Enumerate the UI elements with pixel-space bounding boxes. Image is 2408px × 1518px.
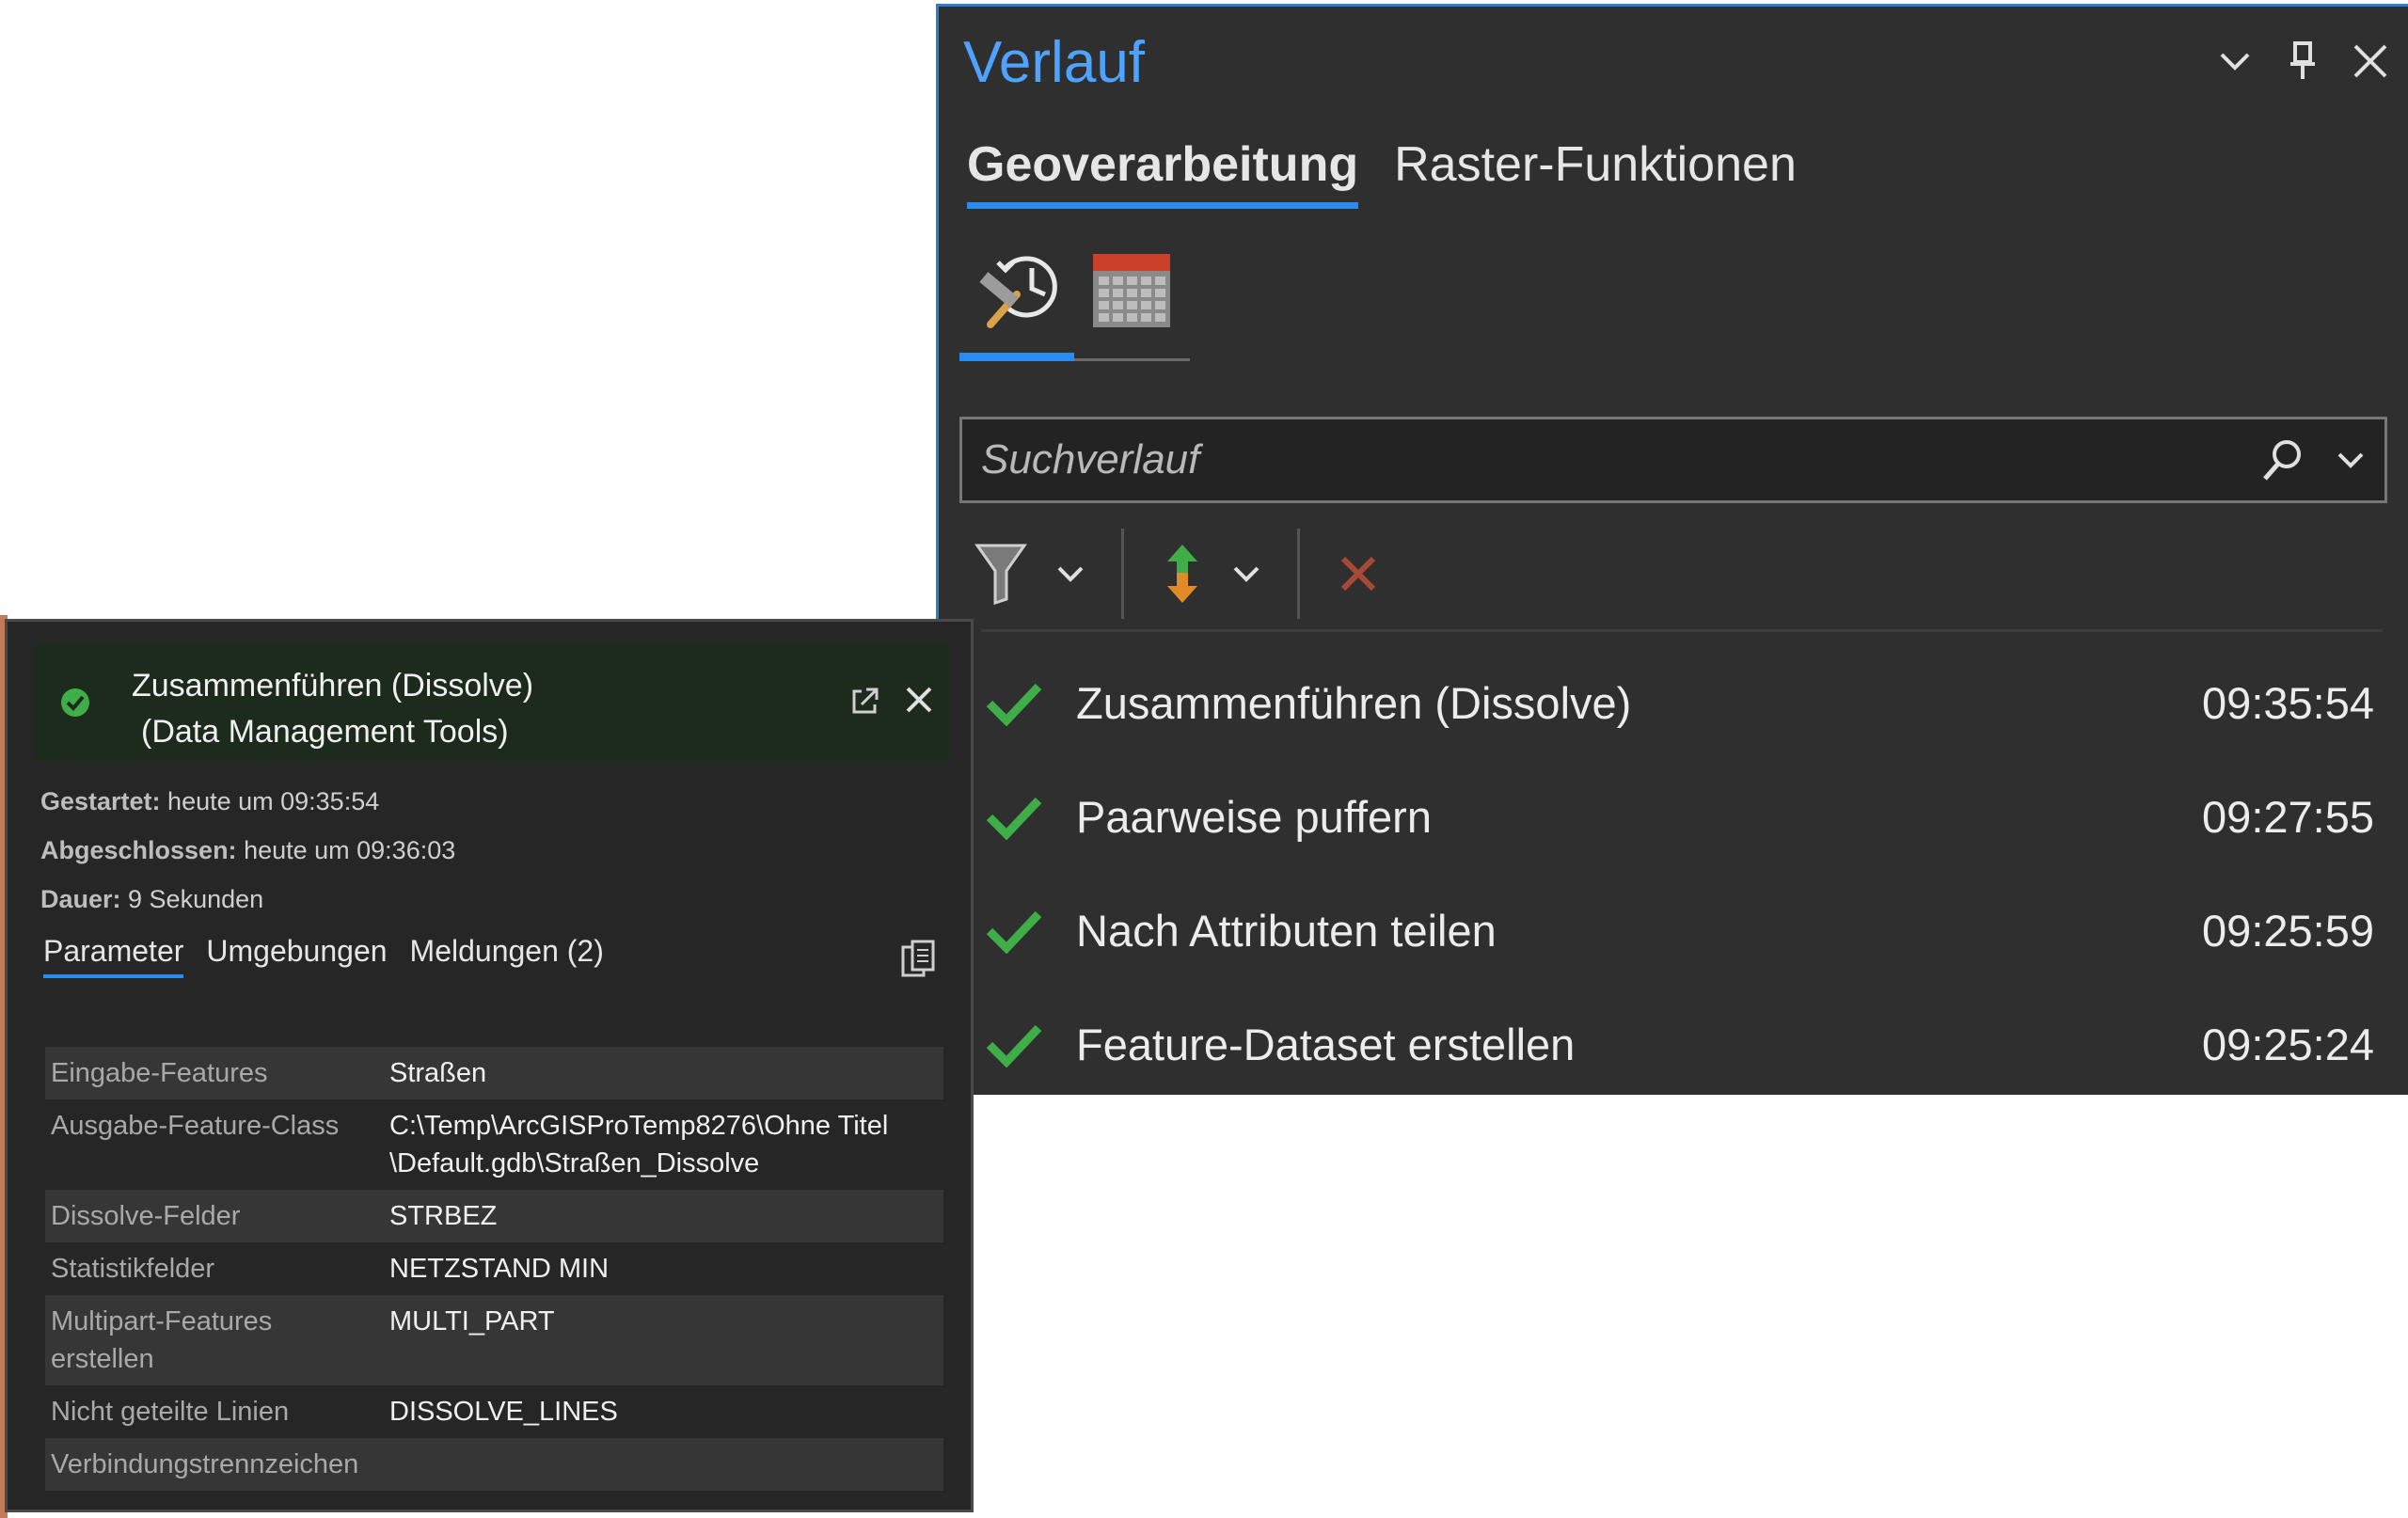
search-input[interactable] — [962, 436, 2249, 483]
tab-meldungen[interactable]: Meldungen (2) — [410, 934, 604, 978]
details-title: Zusammenführen (Dissolve) (Data Manageme… — [132, 663, 533, 755]
tab-umgebungen[interactable]: Umgebungen — [206, 934, 387, 978]
duration-row: Dauer: 9 Sekunden — [40, 875, 455, 924]
parameter-table: Eingabe-Features Straßen Ausgabe-Feature… — [45, 1047, 943, 1491]
param-name: Nicht geteilte Linien — [51, 1397, 290, 1427]
success-check-icon — [973, 795, 1055, 840]
duration-label: Dauer: — [40, 885, 121, 913]
success-check-icon — [973, 909, 1055, 954]
table-row: Statistikfelder NETZSTAND MIN — [45, 1242, 943, 1295]
view-underline-active — [959, 353, 1074, 361]
search-box — [959, 417, 2387, 503]
success-check-icon — [973, 1022, 1055, 1067]
history-list: Zusammenführen (Dissolve) 09:35:54 Paarw… — [959, 646, 2399, 1101]
table-row: Multipart-Features erstellen MULTI_PART — [45, 1295, 943, 1385]
table-row: Verbindungstrennzeichen — [45, 1438, 943, 1491]
history-item-name: Feature-Dataset erstellen — [1076, 1020, 1576, 1069]
details-header: Zusammenführen (Dissolve) (Data Manageme… — [34, 644, 950, 761]
history-item[interactable]: Zusammenführen (Dissolve) 09:35:54 — [959, 646, 2399, 760]
param-value: Straßen — [389, 1058, 487, 1088]
sort-chevron-down-icon[interactable] — [1218, 531, 1275, 616]
history-item[interactable]: Nach Attributen teilen 09:25:59 — [959, 874, 2399, 988]
history-item-name: Paarweise puffern — [1076, 792, 1432, 842]
table-row: Ausgabe-Feature-Class C:\Temp\ArcGISProT… — [45, 1099, 943, 1190]
calendar-view-button[interactable] — [1074, 232, 1189, 345]
param-value: NETZSTAND MIN — [389, 1254, 610, 1284]
search-options-chevron-icon[interactable] — [2317, 422, 2384, 498]
screen: Verlauf Geoverarbeitung Raster-Funktione… — [0, 0, 2408, 1518]
search-icon[interactable] — [2249, 422, 2317, 498]
details-tabs: Parameter Umgebungen Meldungen (2) — [43, 934, 604, 978]
history-tool-icon — [979, 256, 1057, 328]
history-item-name: Zusammenführen (Dissolve) — [1076, 678, 1632, 728]
param-name: Verbindungstrennzeichen — [51, 1449, 359, 1479]
main-tabs: Geoverarbeitung Raster-Funktionen — [967, 136, 1797, 209]
history-item-time: 09:27:55 — [2202, 792, 2374, 842]
param-value: DISSOLVE_LINES — [389, 1397, 618, 1427]
view-toggle — [959, 232, 1190, 364]
close-icon[interactable] — [905, 686, 933, 719]
param-name: Multipart-Features erstellen — [51, 1306, 273, 1374]
started-value: heute um 09:35:54 — [160, 787, 380, 815]
success-status-icon — [60, 688, 90, 722]
tool-details-popup: Zusammenführen (Dissolve) (Data Manageme… — [5, 619, 974, 1512]
calendar-icon — [1093, 254, 1170, 327]
filter-chevron-down-icon[interactable] — [1042, 531, 1099, 616]
success-check-icon — [973, 681, 1055, 726]
param-value: MULTI_PART — [389, 1306, 555, 1336]
param-value — [384, 1438, 943, 1491]
toolbar-separator — [1297, 529, 1300, 619]
popout-icon[interactable] — [850, 686, 880, 720]
history-item-time: 09:25:24 — [2202, 1020, 2374, 1069]
pane-title: Verlauf — [963, 30, 1146, 95]
copy-icon[interactable] — [901, 940, 935, 982]
toolbar-divider — [981, 629, 2383, 632]
details-title-line1: Zusammenführen (Dissolve) — [132, 668, 534, 704]
param-name: Dissolve-Felder — [51, 1201, 241, 1231]
param-name: Statistikfelder — [51, 1254, 215, 1284]
started-label: Gestartet: — [40, 787, 161, 815]
tab-geoverarbeitung[interactable]: Geoverarbeitung — [967, 136, 1359, 209]
duration-value: 9 Sekunden — [120, 885, 264, 913]
finished-row: Abgeschlossen: heute um 09:36:03 — [40, 826, 455, 875]
param-name: Eingabe-Features — [51, 1058, 268, 1088]
tab-raster-funktionen[interactable]: Raster-Funktionen — [1394, 136, 1797, 209]
chevron-down-icon[interactable] — [2214, 40, 2256, 82]
history-item[interactable]: Feature-Dataset erstellen 09:25:24 — [959, 988, 2399, 1101]
details-meta: Gestartet: heute um 09:35:54 Abgeschloss… — [40, 777, 455, 924]
history-pane: Verlauf Geoverarbeitung Raster-Funktione… — [936, 4, 2408, 1095]
param-value: C:\Temp\ArcGISProTemp8276\Ohne Titel \De… — [389, 1111, 889, 1178]
pin-icon[interactable] — [2282, 40, 2323, 82]
history-item-name: Nach Attributen teilen — [1076, 906, 1497, 956]
details-title-line2: (Data Management Tools) — [141, 714, 509, 750]
finished-value: heute um 09:36:03 — [236, 836, 456, 864]
filter-icon[interactable] — [959, 531, 1042, 616]
toolbar-separator — [1121, 529, 1124, 619]
history-item-time: 09:35:54 — [2202, 678, 2374, 728]
sort-icon[interactable] — [1147, 531, 1218, 616]
param-value: STRBEZ — [389, 1201, 498, 1231]
history-toolbar — [959, 522, 1394, 625]
history-item[interactable]: Paarweise puffern 09:27:55 — [959, 760, 2399, 874]
param-name: Ausgabe-Feature-Class — [51, 1111, 340, 1141]
tab-parameter[interactable]: Parameter — [43, 934, 184, 978]
started-row: Gestartet: heute um 09:35:54 — [40, 777, 455, 826]
pane-controls — [2214, 40, 2391, 82]
finished-label: Abgeschlossen: — [40, 836, 237, 864]
delete-icon[interactable] — [1323, 531, 1394, 616]
table-row: Eingabe-Features Straßen — [45, 1047, 943, 1099]
close-icon[interactable] — [2350, 40, 2391, 82]
table-row: Nicht geteilte Linien DISSOLVE_LINES — [45, 1385, 943, 1438]
history-item-time: 09:25:59 — [2202, 906, 2374, 956]
table-row: Dissolve-Felder STRBEZ — [45, 1190, 943, 1242]
history-view-button[interactable] — [959, 232, 1074, 345]
